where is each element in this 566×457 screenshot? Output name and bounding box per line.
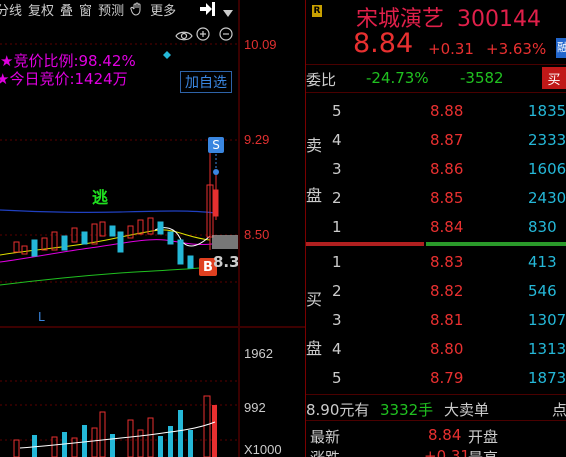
ask-level: 3 [332,160,342,178]
high-label: 最高 [468,447,498,457]
big-order-row[interactable]: 8.90元有 3332手 大卖单 点 [306,396,566,421]
ask-volume: 1835 [528,102,566,120]
ask-level: 4 [332,131,342,149]
ask-row[interactable]: 4 8.87 2333 [306,126,566,155]
ask-price: 8.84 [430,218,464,236]
quote-panel: R 宋城演艺 300144 8.84 +0.31 +3.63% 融 委比 -24… [306,0,566,457]
bid-volume: 413 [528,253,557,271]
price-tick-low: 8.50 [244,227,270,242]
current-price-label: 8.34 [213,253,238,271]
bid-row[interactable]: 4 8.80 1313 [306,335,566,364]
big-order-price: 8.90元有 [306,401,370,419]
weibi-row: 委比 -24.73% -3582 买 [306,64,566,92]
ask-row[interactable]: 3 8.86 1606 [306,155,566,184]
bid-volume: 1873 [528,369,566,387]
change-row: 涨跌 +0.31 最高 [306,444,566,457]
ask-row[interactable]: 1 8.84 830 [306,213,566,242]
bid-row[interactable]: 2 8.82 546 [306,277,566,306]
bid-level: 3 [332,311,342,329]
bid-price: 8.82 [430,282,464,300]
margin-trading-button[interactable]: 融 [556,38,566,58]
ask-level: 2 [332,189,342,207]
bid-price: 8.81 [430,311,464,329]
latest-value: 8.84 [428,426,462,444]
ask-volume: 2333 [528,131,566,149]
volume-tick-mid: 992 [244,400,266,415]
weibi-diff: -3582 [460,69,504,87]
ask-level: 5 [332,102,342,120]
escape-signal-label: 逃 [92,188,109,207]
change-label: 涨跌 [310,447,340,457]
buy-button[interactable]: 买 [542,67,566,89]
kline-chart-area[interactable]: 分线 复权 叠 窗 预测 更多 ★竞价比例:98.42% ★今日竞价:1424万… [0,0,305,457]
price-tick-high: 10.09 [244,37,277,52]
divider [306,394,566,395]
ask-price: 8.85 [430,189,464,207]
sell-signal-marker[interactable]: S [208,137,224,153]
price-tick-mid: 9.29 [244,132,270,147]
ask-row[interactable]: 2 8.85 2430 [306,184,566,213]
bid-price: 8.83 [430,253,464,271]
sell-strength-bar [306,242,424,246]
bid-row[interactable]: 1 8.83 413 [306,248,566,277]
bid-volume: 546 [528,282,557,300]
ask-level: 1 [332,218,342,236]
bid-level: 1 [332,253,342,271]
price-change-pct: +3.63% [486,40,547,58]
volume-tick-high: 1962 [244,346,273,361]
buy-strength-bar [426,242,566,246]
ask-price: 8.86 [430,160,464,178]
l-marker: L [38,310,45,324]
ask-price: 8.87 [430,131,464,149]
bid-volume: 1313 [528,340,566,358]
price-axis-line [238,0,240,457]
divider [306,420,566,421]
change-value: +0.31 [424,447,470,457]
bid-row[interactable]: 5 8.79 1873 [306,364,566,393]
last-price: 8.84 [353,28,414,59]
big-order-label: 大卖单 [444,401,490,419]
big-order-qty: 3332手 [380,401,434,419]
price-change: +0.31 [428,40,474,58]
margin-trading-label: 融 [557,41,566,54]
ask-price: 8.88 [430,102,464,120]
bid-level: 5 [332,369,342,387]
volume-unit-label: X1000 [244,442,282,457]
weibi-label: 委比 [306,71,337,89]
r-badge-icon: R [312,5,322,17]
bid-row[interactable]: 3 8.81 1307 [306,306,566,335]
ask-volume: 1606 [528,160,566,178]
ask-volume: 2430 [528,189,566,207]
bid-price: 8.79 [430,369,464,387]
bid-level: 2 [332,282,342,300]
bid-price: 8.80 [430,340,464,358]
weibi-pct: -24.73% [366,69,429,87]
bid-level: 4 [332,340,342,358]
bid-volume: 1307 [528,311,566,329]
stock-code: 300144 [457,7,541,32]
big-order-extra: 点 [552,401,566,419]
divider [306,92,566,93]
ask-row[interactable]: 5 8.88 1835 [306,97,566,126]
ask-volume: 830 [528,218,557,236]
